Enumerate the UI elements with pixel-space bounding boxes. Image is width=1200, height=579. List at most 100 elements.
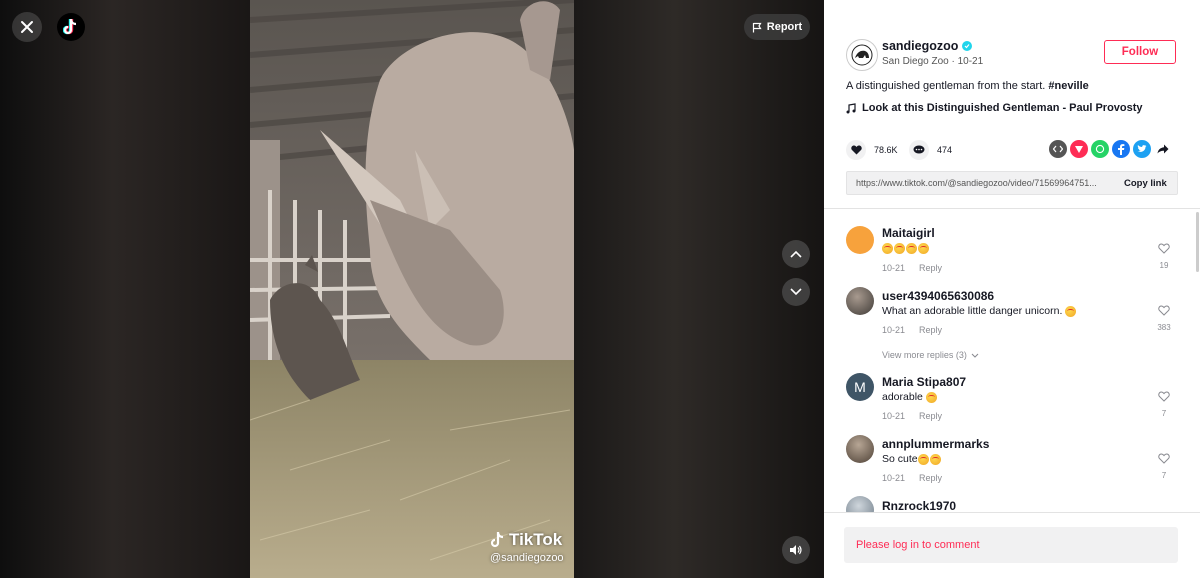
reply-button[interactable]: Reply (919, 325, 942, 335)
comment-author[interactable]: Maria Stipa807 (882, 375, 966, 389)
heart-eyes-emoji-icon (918, 242, 929, 254)
heart-eyes-emoji-icon (906, 242, 917, 254)
facebook-icon[interactable] (1112, 140, 1130, 158)
previous-video-button[interactable] (782, 240, 810, 268)
share-link-url[interactable]: https://www.tiktok.com/@sandiegozoo/vide… (847, 178, 1116, 188)
tiktok-logo-icon (63, 18, 77, 35)
comment-avatar[interactable] (846, 226, 874, 254)
volume-button[interactable] (782, 536, 810, 564)
heart-eyes-emoji-icon (882, 242, 893, 254)
heart-outline-icon (1158, 305, 1170, 316)
comment-text: What an adorable little danger unicorn. (882, 305, 1077, 317)
send-icon[interactable] (1070, 140, 1088, 158)
share-icons (1049, 140, 1172, 158)
comment-scrollbar[interactable] (1196, 212, 1199, 272)
embed-icon[interactable] (1049, 140, 1067, 158)
music-note-icon (846, 102, 856, 113)
view-more-replies[interactable]: View more replies (3) (882, 350, 979, 360)
report-label: Report (766, 21, 803, 33)
comment-icon (909, 140, 929, 160)
reply-button[interactable]: Reply (919, 411, 942, 421)
video-blur-left (0, 0, 250, 578)
reply-button[interactable]: Reply (919, 263, 942, 273)
comment-like-count: 7 (1161, 409, 1167, 418)
avatar-initial: M (854, 379, 866, 395)
heart-eyes-emoji-icon (925, 391, 937, 403)
comment-author[interactable]: annplummermarks (882, 437, 989, 451)
watermark-brand: TikTok (509, 530, 563, 549)
comment-date: 10-21 (882, 473, 906, 483)
post-header: sandiegozoo San Diego Zoo · 10-21 Follow… (824, 0, 1200, 209)
comment-like[interactable]: 7 (1154, 451, 1174, 480)
comment-like[interactable]: 7 (1154, 389, 1174, 418)
like-stat[interactable]: 78.6K (846, 140, 898, 160)
follow-button[interactable]: Follow (1104, 40, 1176, 64)
post-description: A distinguished gentleman from the start… (846, 80, 1089, 92)
comment-like-count: 7 (1161, 471, 1167, 480)
author-username[interactable]: sandiegozoo (882, 39, 973, 53)
login-to-comment-button[interactable]: Please log in to comment (844, 527, 1178, 563)
comment-text-body: What an adorable little danger unicorn. (882, 305, 1063, 317)
like-count: 78.6K (874, 145, 898, 155)
heart-eyes-emoji-icon (929, 453, 941, 465)
comment-like[interactable]: 383 (1154, 303, 1174, 332)
heart-outline-icon (1158, 243, 1170, 254)
twitter-icon[interactable] (1133, 140, 1151, 158)
next-video-button[interactable] (782, 278, 810, 306)
author-avatar[interactable] (846, 39, 878, 71)
share-arrow-icon[interactable] (1154, 140, 1172, 158)
watermark-handle: @sandiegozoo (490, 552, 564, 564)
close-icon (21, 21, 33, 33)
details-panel: sandiegozoo San Diego Zoo · 10-21 Follow… (824, 0, 1200, 579)
share-link-box: https://www.tiktok.com/@sandiegozoo/vide… (846, 171, 1178, 195)
comment-stat[interactable]: 474 (909, 140, 952, 160)
comment-like[interactable]: 19 (1154, 241, 1174, 270)
comment-author[interactable]: user4394065630086 (882, 289, 994, 303)
tiktok-watermark: TikTok @sandiegozoo (490, 530, 564, 564)
comment-like-count: 19 (1159, 261, 1169, 270)
comment-avatar[interactable] (846, 435, 874, 463)
comment-author[interactable]: Maitaigirl (882, 226, 935, 240)
chevron-down-icon (790, 288, 802, 296)
comment-author[interactable]: Rnzrock1970 (882, 499, 956, 512)
video-player: Report TikTok @sandiegozoo (0, 0, 824, 578)
comment-date: 10-21 (882, 411, 906, 421)
hashtag-link[interactable]: #neville (1048, 80, 1088, 92)
comment-avatar[interactable] (846, 287, 874, 315)
heart-eyes-emoji-icon (1065, 305, 1077, 317)
copy-link-button[interactable]: Copy link (1124, 178, 1167, 189)
comment-text: adorable (882, 391, 938, 403)
speaker-icon (790, 545, 802, 555)
heart-outline-icon (1158, 391, 1170, 402)
comment-date: 10-21 (882, 263, 906, 273)
music-link[interactable]: Look at this Distinguished Gentleman - P… (846, 102, 1143, 114)
reply-button[interactable]: Reply (919, 473, 942, 483)
close-button[interactable] (12, 12, 42, 42)
video-frame[interactable] (250, 0, 574, 578)
description-text: A distinguished gentleman from the start… (846, 80, 1049, 92)
comment-text-body: adorable (882, 391, 923, 403)
author-username-text: sandiegozoo (882, 39, 959, 53)
comment-meta: 10-21 Reply (882, 325, 942, 335)
zoo-logo-icon (851, 44, 873, 66)
comment-list[interactable]: Maitaigirl 10-21 Reply 19 user4394065630… (824, 209, 1200, 512)
flag-icon (752, 22, 762, 32)
comment-meta: 10-21 Reply (882, 473, 942, 483)
video-still (250, 0, 574, 578)
heart-eyes-emoji-icon (894, 242, 905, 254)
report-button[interactable]: Report (744, 14, 810, 40)
chevron-up-icon (790, 250, 802, 258)
whatsapp-icon[interactable] (1091, 140, 1109, 158)
author-subinfo: San Diego Zoo · 10-21 (882, 56, 984, 67)
chevron-down-icon (971, 353, 979, 358)
tiktok-logo[interactable] (57, 13, 85, 41)
comment-meta: 10-21 Reply (882, 263, 942, 273)
view-more-replies-label: View more replies (3) (882, 350, 967, 360)
comment-avatar[interactable] (846, 496, 874, 512)
comment-text: So cute (882, 453, 942, 465)
comment-footer: Please log in to comment (824, 512, 1200, 579)
comment-date: 10-21 (882, 325, 906, 335)
tiktok-watermark-icon (490, 531, 504, 548)
comment-text (882, 242, 930, 254)
comment-avatar[interactable]: M (846, 373, 874, 401)
